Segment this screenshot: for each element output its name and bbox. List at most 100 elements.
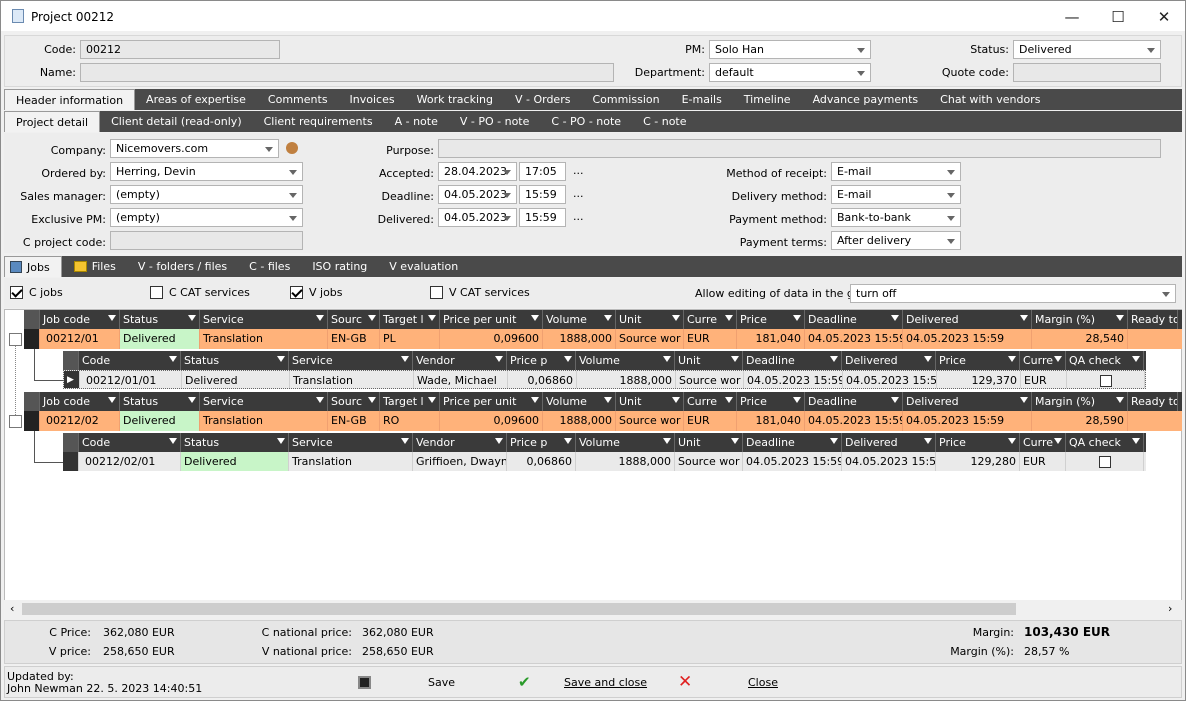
filter-icon[interactable] <box>891 315 899 321</box>
job-currency[interactable]: EUR <box>684 411 737 431</box>
filter-icon[interactable] <box>731 356 739 362</box>
col-volume[interactable]: Volume <box>543 310 616 329</box>
tab-v-po-note[interactable]: V - PO - note <box>449 111 541 132</box>
tab-chat-with-vendors[interactable]: Chat with vendors <box>929 89 1051 110</box>
tab-emails[interactable]: E-mails <box>671 89 733 110</box>
accepted-time[interactable]: 17:05 <box>519 162 566 181</box>
job-code[interactable]: 00212/01 <box>40 329 120 349</box>
qa-checkbox[interactable] <box>1099 375 1112 387</box>
col-target[interactable]: Target l <box>380 392 440 411</box>
filter-icon[interactable] <box>277 438 285 444</box>
tab-c-po-note[interactable]: C - PO - note <box>540 111 632 132</box>
filter-icon[interactable] <box>564 356 572 362</box>
col-source[interactable]: Sourc <box>328 310 380 329</box>
vendor-price[interactable]: 129,280 <box>936 452 1020 471</box>
tab-a-note[interactable]: A - note <box>384 111 449 132</box>
filter-icon[interactable] <box>725 397 733 403</box>
scrollbar-thumb[interactable] <box>22 603 1016 615</box>
job-service[interactable]: Translation <box>200 329 328 349</box>
tab-c-note[interactable]: C - note <box>632 111 697 132</box>
filter-icon[interactable] <box>793 397 801 403</box>
job-row-2[interactable]: 00212/02 Delivered Translation EN-GB RO … <box>24 411 1182 431</box>
scroll-left-icon[interactable]: ‹ <box>10 602 14 615</box>
quote-code-field[interactable] <box>1013 63 1161 82</box>
vendor-price-p[interactable]: 0,06860 <box>507 452 576 471</box>
maximize-button[interactable]: ☐ <box>1095 1 1141 32</box>
column-chooser-icon[interactable] <box>24 392 40 411</box>
vendor-price[interactable]: 129,370 <box>937 371 1021 388</box>
job-code[interactable]: 00212/02 <box>40 411 120 431</box>
job-target[interactable]: PL <box>380 329 440 349</box>
job-volume[interactable]: 1888,000 <box>543 411 616 431</box>
filter-icon[interactable] <box>672 397 680 403</box>
vendor-row-2[interactable]: 00212/02/01 Delivered Translation Griffi… <box>63 452 1146 471</box>
vendor-unit[interactable]: Source wor <box>675 452 743 471</box>
department-select[interactable]: default <box>709 63 871 82</box>
name-field[interactable] <box>80 63 614 82</box>
sub-col-price[interactable]: Price <box>936 351 1020 370</box>
filter-icon[interactable] <box>604 397 612 403</box>
vendor-volume[interactable]: 1888,000 <box>577 371 676 388</box>
col-source[interactable]: Sourc <box>328 392 380 411</box>
filter-icon[interactable] <box>604 315 612 321</box>
sub-col-volume[interactable]: Volume <box>576 433 675 452</box>
job-price-per-unit[interactable]: 0,09600 <box>440 329 543 349</box>
v-jobs-checkbox[interactable]: V jobs <box>290 286 343 299</box>
sub-col-service[interactable]: Service <box>289 351 413 370</box>
close-icon[interactable]: ✕ <box>678 672 692 692</box>
payment-terms-select[interactable]: After delivery <box>831 231 961 250</box>
job-source[interactable]: EN-GB <box>328 411 380 431</box>
close-window-button[interactable]: ✕ <box>1141 1 1186 32</box>
accepted-more-button[interactable]: ... <box>573 164 584 177</box>
accepted-date[interactable]: 28.04.2023 <box>438 162 517 181</box>
filter-icon[interactable] <box>428 315 436 321</box>
tab-areas-of-expertise[interactable]: Areas of expertise <box>135 89 257 110</box>
save-and-close-button[interactable]: Save and close <box>564 676 647 689</box>
vendor-service[interactable]: Translation <box>290 371 414 388</box>
vendor-deadline[interactable]: 04.05.2023 15:59 <box>743 452 842 471</box>
job-delivered[interactable]: 04.05.2023 15:59 <box>903 329 1032 349</box>
col-unit[interactable]: Unit <box>616 392 684 411</box>
job-delivered[interactable]: 04.05.2023 15:59 <box>903 411 1032 431</box>
job-unit[interactable]: Source wor <box>616 329 684 349</box>
filter-icon[interactable] <box>531 397 539 403</box>
tab-comments[interactable]: Comments <box>257 89 339 110</box>
col-target[interactable]: Target l <box>380 310 440 329</box>
purpose-field[interactable] <box>438 139 1161 158</box>
filter-icon[interactable] <box>924 438 932 444</box>
tab-invoices[interactable]: Invoices <box>339 89 406 110</box>
c-jobs-check[interactable] <box>10 286 23 299</box>
filter-icon[interactable] <box>924 356 932 362</box>
sub-col-qa-check[interactable]: QA check <box>1066 351 1144 370</box>
filter-icon[interactable] <box>495 438 503 444</box>
filter-icon[interactable] <box>564 438 572 444</box>
filter-icon[interactable] <box>663 438 671 444</box>
vendor-deadline[interactable]: 04.05.2023 15:59 <box>744 371 843 388</box>
filter-icon[interactable] <box>793 315 801 321</box>
filter-icon[interactable] <box>428 397 436 403</box>
tab-v-folders-files[interactable]: V - folders / files <box>127 256 238 277</box>
job-source[interactable]: EN-GB <box>328 329 380 349</box>
tab-work-tracking[interactable]: Work tracking <box>406 89 504 110</box>
close-button[interactable]: Close <box>748 676 778 689</box>
col-margin[interactable]: Margin (%) <box>1032 392 1128 411</box>
allow-editing-select[interactable]: turn off <box>850 284 1176 303</box>
filter-icon[interactable] <box>401 356 409 362</box>
checkmark-icon[interactable]: ✔ <box>518 673 531 691</box>
vendor-service[interactable]: Translation <box>289 452 413 471</box>
vendor-name[interactable]: Griffioen, Dwayn <box>413 452 507 471</box>
qa-check-cell[interactable] <box>1067 371 1145 388</box>
vendor-currency[interactable]: EUR <box>1021 371 1067 388</box>
sub-col-delivered[interactable]: Delivered <box>842 351 936 370</box>
tab-commission[interactable]: Commission <box>581 89 670 110</box>
sub-col-unit[interactable]: Unit <box>675 351 743 370</box>
vendor-status[interactable]: Delivered <box>182 371 290 388</box>
col-volume[interactable]: Volume <box>543 392 616 411</box>
filter-icon[interactable] <box>188 315 196 321</box>
tab-c-files[interactable]: C - files <box>238 256 301 277</box>
filter-icon[interactable] <box>1054 438 1062 444</box>
deadline-more-button[interactable]: ... <box>573 187 584 200</box>
sub-col-unit[interactable]: Unit <box>675 433 743 452</box>
sub-col-vendor[interactable]: Vendor <box>413 351 507 370</box>
vendor-unit[interactable]: Source wor <box>676 371 744 388</box>
